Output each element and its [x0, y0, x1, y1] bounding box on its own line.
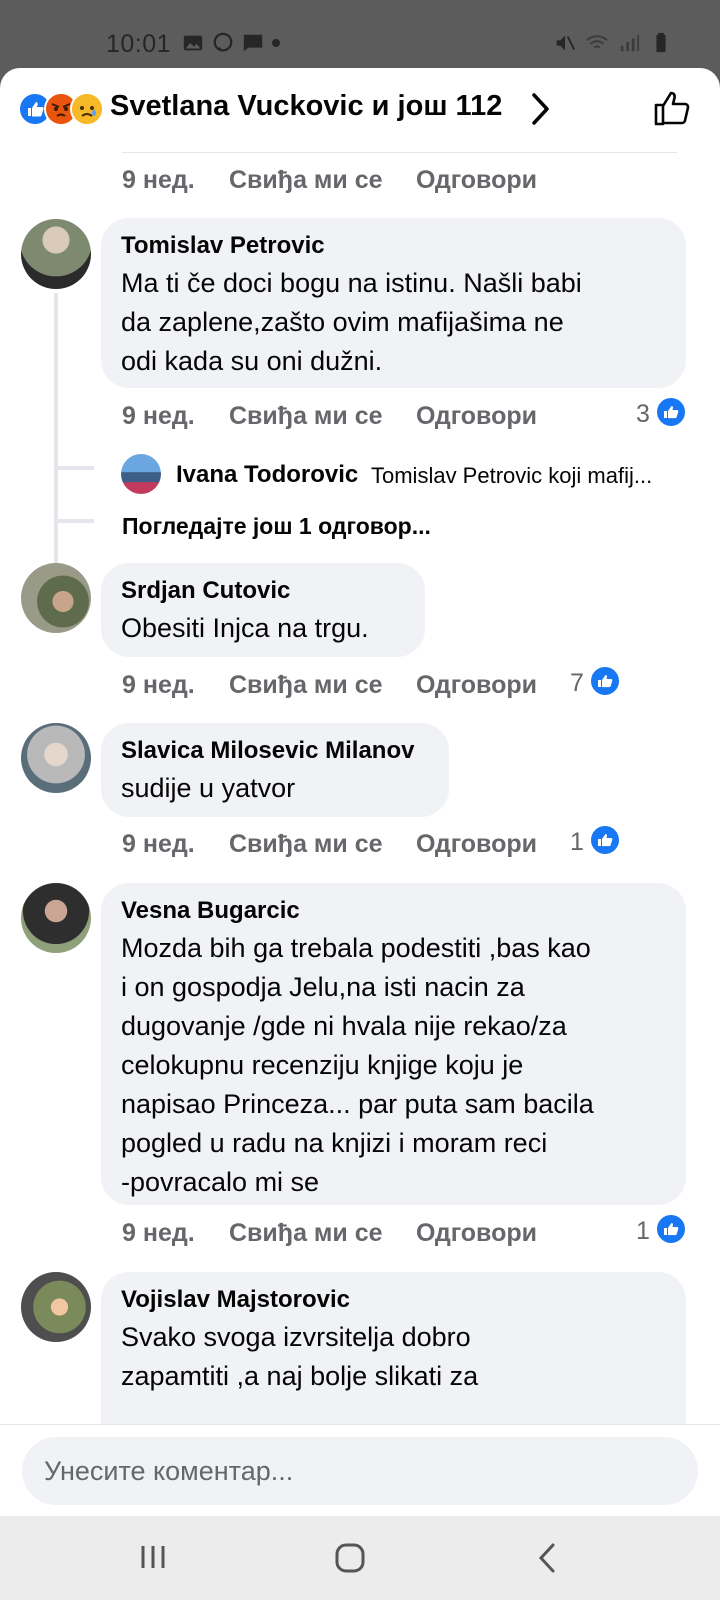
like-count[interactable]: 1 — [570, 828, 584, 857]
mute-icon — [556, 35, 575, 51]
divider — [122, 152, 677, 153]
thread-line — [54, 293, 58, 593]
reactions-title[interactable]: Svetlana Vuckovic и још 112 — [110, 90, 502, 123]
viber-icon — [213, 32, 233, 52]
reply-author[interactable]: Ivana Todorovic — [176, 461, 358, 489]
avatar[interactable] — [121, 454, 161, 494]
sad-reaction-icon — [70, 92, 104, 126]
comment-bubble[interactable]: Slavica Milosevic Milanov sudije u yatvo… — [101, 723, 449, 817]
wifi-icon — [586, 35, 608, 49]
like-outline-icon[interactable] — [652, 88, 692, 128]
chevron-right-icon[interactable] — [530, 92, 552, 126]
battery-icon — [656, 32, 666, 53]
comment-author[interactable]: Srdjan Cutovic — [121, 577, 290, 605]
like-badge-icon — [589, 665, 621, 697]
like-link[interactable]: Свиђа ми се — [229, 830, 383, 859]
comment-bubble[interactable]: Srdjan Cutovic Obesiti Injca na trgu. — [101, 563, 425, 657]
comment-text: Ma ti če doci bogu na istinu. Našli babi… — [121, 268, 582, 376]
comment-time: 9 нед. — [122, 1219, 195, 1247]
reply-preview-text[interactable]: Tomislav Petrovic koji mafij... — [371, 463, 652, 489]
comment-text: Svako svoga izvrsitelja dobro zapamtiti … — [121, 1322, 479, 1391]
like-count[interactable]: 7 — [570, 669, 584, 698]
reply-link[interactable]: Одговори — [416, 830, 537, 859]
avatar[interactable] — [21, 723, 91, 793]
home-icon[interactable] — [334, 1542, 366, 1574]
comment-text: sudije u yatvor — [121, 773, 296, 803]
avatar[interactable] — [21, 1272, 91, 1342]
reply-link[interactable]: Одговори — [416, 166, 537, 195]
system-nav-bar — [0, 1516, 720, 1600]
status-bar: 10:01 — [0, 0, 720, 68]
comment-time: 9 нед. — [122, 166, 195, 194]
comment-input[interactable] — [22, 1437, 698, 1505]
comment-text: Obesiti Injca na trgu. — [121, 613, 369, 643]
avatar[interactable] — [21, 219, 91, 289]
gallery-icon — [183, 35, 203, 51]
like-link[interactable]: Свиђа ми се — [229, 671, 383, 700]
like-badge-icon — [589, 824, 621, 856]
comment-time: 9 нед. — [122, 830, 195, 858]
comment-time: 9 нед. — [122, 671, 195, 699]
comment-time: 9 нед. — [122, 402, 195, 430]
like-badge-icon — [655, 1213, 687, 1245]
dot-icon — [272, 39, 280, 47]
back-icon[interactable] — [536, 1542, 560, 1574]
avatar[interactable] — [21, 563, 91, 633]
thread-connector — [54, 519, 94, 523]
reactions-summary[interactable] — [18, 92, 108, 126]
like-count[interactable]: 3 — [636, 400, 650, 429]
comments-sheet: Svetlana Vuckovic и још 112 9 нед. Свиђа… — [0, 68, 720, 1516]
like-link[interactable]: Свиђа ми се — [229, 1219, 383, 1248]
comment-author[interactable]: Slavica Milosevic Milanov — [121, 737, 414, 765]
like-count[interactable]: 1 — [636, 1217, 650, 1246]
thread-connector — [54, 466, 94, 470]
comment-author[interactable]: Vojislav Majstorovic — [121, 1286, 350, 1314]
status-time: 10:01 — [106, 30, 172, 58]
recent-apps-icon[interactable] — [138, 1542, 168, 1572]
reply-link[interactable]: Одговори — [416, 402, 537, 431]
comment-author[interactable]: Vesna Bugarcic — [121, 897, 300, 925]
view-more-replies-link[interactable]: Погледајте још 1 одговор... — [122, 513, 431, 540]
like-badge-icon — [655, 396, 687, 428]
reply-link[interactable]: Одговори — [416, 1219, 537, 1248]
reply-link[interactable]: Одговори — [416, 671, 537, 700]
signal-icon — [620, 34, 640, 52]
comment-bubble[interactable]: Tomislav Petrovic Ma ti če doci bogu na … — [101, 218, 686, 388]
like-link[interactable]: Свиђа ми се — [229, 166, 383, 195]
comment-composer — [0, 1424, 720, 1517]
like-link[interactable]: Свиђа ми се — [229, 402, 383, 431]
message-icon — [243, 34, 263, 52]
avatar[interactable] — [21, 883, 91, 953]
comment-text: Mozda bih ga trebala podestiti ,bas kao … — [121, 933, 594, 1197]
sheet-header: Svetlana Vuckovic и још 112 — [0, 68, 720, 150]
comment-author[interactable]: Tomislav Petrovic — [121, 232, 325, 260]
comment-bubble[interactable]: Vesna Bugarcic Mozda bih ga trebala pode… — [101, 883, 686, 1205]
